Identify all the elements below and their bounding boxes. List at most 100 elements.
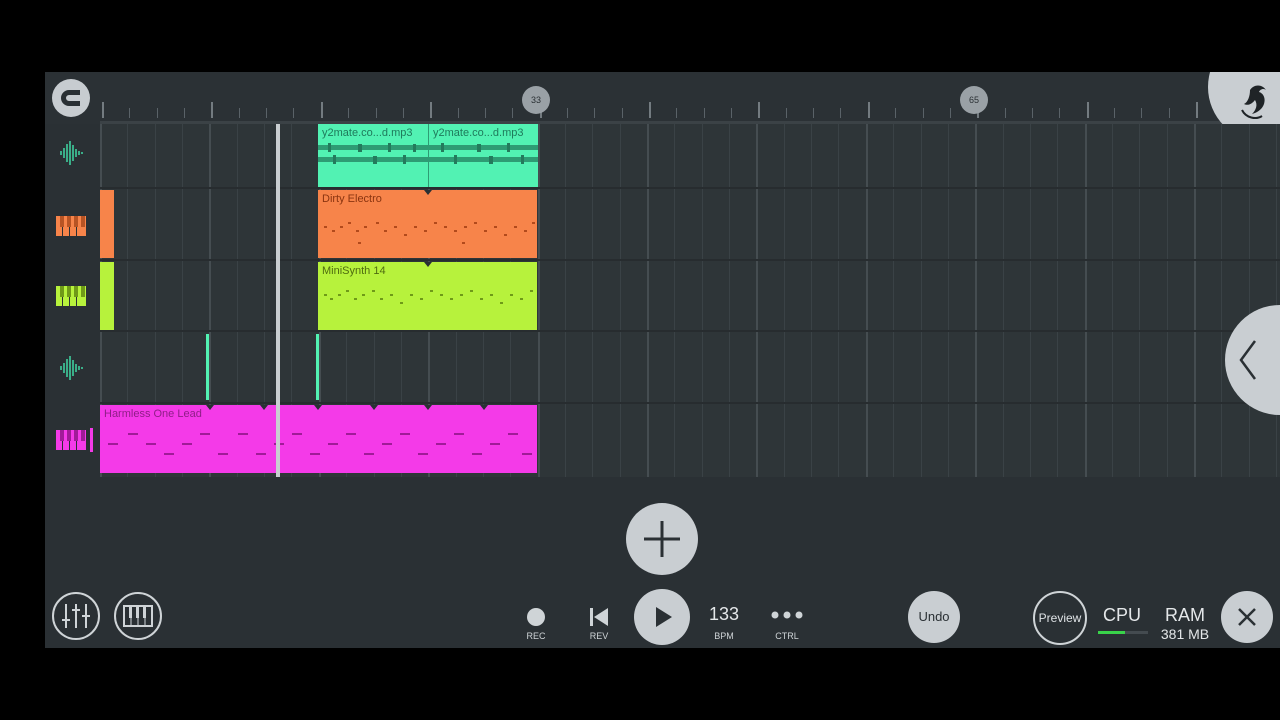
audio-clip-2[interactable]: y2mate.co...d.mp3	[428, 124, 538, 187]
tempo-label: BPM	[714, 631, 734, 641]
grid-line	[702, 124, 703, 477]
track1-audio-icon[interactable]	[55, 139, 87, 167]
record-button[interactable]	[527, 608, 545, 626]
grid-line	[756, 124, 758, 477]
bar-marker-33[interactable]: 33	[522, 86, 550, 114]
grid-line	[1276, 124, 1277, 477]
grid-line	[729, 124, 730, 477]
ruler-tick	[184, 108, 185, 118]
grid-line	[1194, 124, 1196, 477]
audio-clip-1[interactable]: y2mate.co...d.mp3	[318, 124, 428, 187]
grid-line	[674, 124, 675, 477]
close-icon	[1238, 608, 1256, 626]
ruler-tick	[895, 108, 896, 118]
ruler-tick	[1141, 108, 1142, 118]
grid-line	[1003, 124, 1004, 477]
track3-piano-icon[interactable]	[55, 282, 87, 310]
track5-piano-icon[interactable]	[55, 428, 93, 456]
grid-line	[893, 124, 894, 477]
timeline-ruler[interactable]: 33 65	[45, 72, 1280, 124]
rewind-button[interactable]	[588, 606, 610, 628]
grid-line	[948, 124, 949, 477]
waveform	[429, 143, 538, 164]
ruler-tick	[403, 108, 404, 118]
piano-roll-button[interactable]	[114, 592, 162, 640]
undo-button[interactable]: Undo	[908, 591, 960, 643]
playhead[interactable]	[276, 124, 280, 477]
ruler-tick	[950, 108, 951, 118]
snap-magnet-icon	[61, 90, 80, 106]
track4-audio-icon[interactable]	[55, 354, 87, 382]
ruler-tick	[840, 108, 841, 118]
ruler-tick	[622, 108, 623, 118]
mixer-sliders-icon	[62, 604, 90, 628]
ruler-tick	[321, 102, 323, 118]
pattern-clip-minisynth-14[interactable]: MiniSynth 14	[318, 262, 537, 330]
ruler-tick	[649, 102, 651, 118]
note-preview	[108, 405, 532, 455]
pattern-clip-dirty-electro[interactable]: Dirty Electro	[318, 190, 537, 258]
rewind-label: REV	[589, 631, 609, 641]
grid-line	[1030, 124, 1031, 477]
ruler-tick	[786, 108, 787, 118]
fl-studio-mobile: 33 65 y2mate.co...d.mp3 y2mate.co...d.mp…	[45, 72, 1280, 648]
ruler-tick	[376, 108, 377, 118]
audio-clip-slice[interactable]	[206, 334, 209, 400]
chevron-left-icon	[1239, 340, 1257, 380]
grid-line	[838, 124, 839, 477]
ruler-tick	[293, 108, 294, 118]
ruler-tick	[1169, 108, 1170, 118]
audio-clip-slice[interactable]	[316, 334, 319, 400]
ruler-tick	[1087, 102, 1089, 118]
ruler-tick	[1114, 108, 1115, 118]
grid-line	[1057, 124, 1058, 477]
pattern-clip-stub[interactable]	[100, 262, 114, 330]
snap-button[interactable]	[52, 79, 90, 117]
record-label: REC	[526, 631, 546, 641]
grid-line	[1112, 124, 1113, 477]
grid-line	[1139, 124, 1140, 477]
ruler-tick	[102, 102, 104, 118]
ruler-tick	[676, 108, 677, 118]
preview-button[interactable]: Preview	[1033, 591, 1087, 645]
ruler-tick	[1196, 102, 1198, 118]
cpu-meter-fill	[1098, 631, 1125, 634]
ruler-tick	[430, 102, 432, 118]
grid-line	[1085, 124, 1087, 477]
fl-studio-logo-icon	[1241, 85, 1266, 119]
grid-line	[538, 124, 540, 477]
mixer-button[interactable]	[52, 592, 100, 640]
bottom-toolbar: REC REV 133 BPM CTRL Undo Preview CPU RA…	[45, 586, 1280, 648]
grid-line	[811, 124, 812, 477]
more-dots-icon	[771, 611, 803, 619]
playlist-grid[interactable]: y2mate.co...d.mp3 y2mate.co...d.mp3 Dirt…	[100, 124, 1280, 477]
pattern-clip-harmless-one-lead[interactable]: Harmless One Lead	[100, 405, 537, 473]
track-icons-column	[45, 124, 99, 477]
ruler-tick	[758, 102, 760, 118]
waveform	[318, 143, 428, 164]
add-track-button[interactable]	[626, 503, 698, 575]
ruler-tick	[239, 108, 240, 118]
cpu-meter	[1098, 631, 1148, 634]
ruler-tick	[1005, 108, 1006, 118]
ruler-tick	[813, 108, 814, 118]
tempo-value[interactable]: 133	[701, 604, 747, 625]
ctrl-button[interactable]	[769, 608, 805, 622]
grid-line	[647, 124, 649, 477]
grid-line	[784, 124, 785, 477]
grid-line	[975, 124, 977, 477]
close-button[interactable]	[1221, 591, 1273, 643]
bar-marker-65[interactable]: 65	[960, 86, 988, 114]
grid-line	[866, 124, 868, 477]
cpu-label: CPU	[1102, 605, 1141, 625]
ruler-tick	[458, 108, 459, 118]
ruler-tick	[485, 108, 486, 118]
track2-piano-icon[interactable]	[55, 212, 87, 240]
pattern-clip-stub[interactable]	[100, 190, 114, 258]
ruler-tick	[923, 108, 924, 118]
ruler-tick	[594, 108, 595, 118]
grid-line	[1221, 124, 1222, 477]
ram-label: RAM	[1165, 605, 1205, 625]
grid-line	[592, 124, 593, 477]
play-button[interactable]	[634, 589, 690, 645]
